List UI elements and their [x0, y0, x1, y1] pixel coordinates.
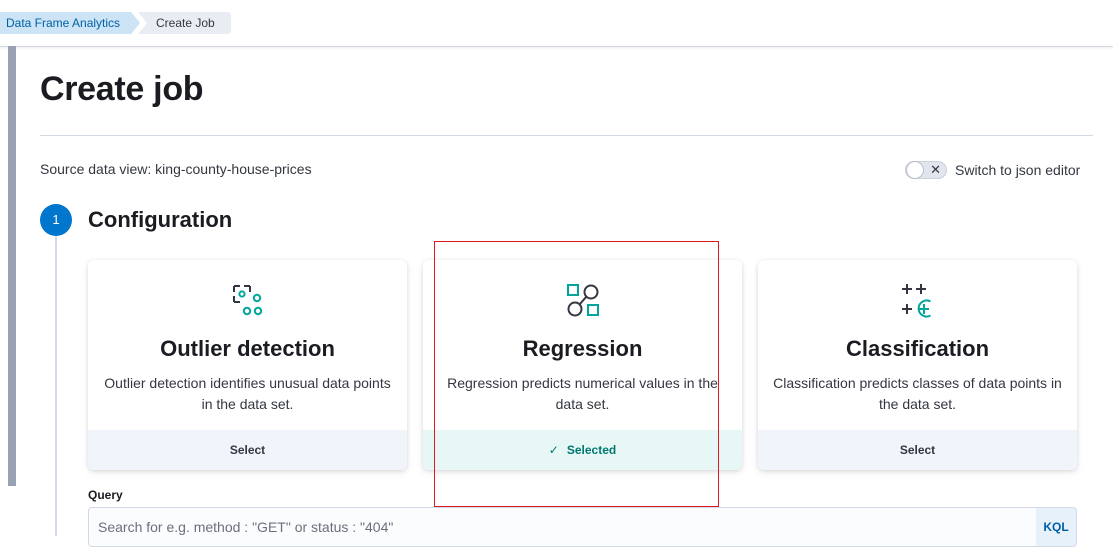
breadcrumb-data-frame-analytics[interactable]: Data Frame Analytics — [0, 12, 140, 34]
breadcrumb-create-job: Create Job — [138, 12, 231, 34]
page-scrollbar[interactable] — [8, 46, 16, 486]
json-editor-switch-label[interactable]: Switch to json editor — [955, 162, 1080, 178]
step-title: Configuration — [88, 207, 233, 232]
select-button[interactable]: Select — [88, 430, 407, 470]
check-icon: ✓ — [548, 443, 559, 457]
outlier-detection-icon — [232, 285, 262, 316]
regression-icon — [566, 284, 599, 317]
step-connector-line — [55, 236, 57, 536]
top-bar: Data Frame Analytics Create Job — [0, 0, 1113, 47]
select-button[interactable]: Select — [758, 430, 1077, 470]
title-divider — [40, 135, 1093, 136]
switch-track[interactable]: ✕ — [905, 161, 947, 179]
classification-icon — [901, 284, 931, 318]
job-type-card-outlier-detection[interactable]: Outlier detection Outlier detection iden… — [88, 260, 407, 470]
selected-button[interactable]: ✓ Selected — [423, 430, 742, 470]
source-data-view: Source data view: king-county-house-pric… — [40, 161, 312, 177]
select-button-label: Select — [229, 443, 266, 457]
switch-knob — [906, 161, 924, 179]
job-type-description: Regression predicts numerical values in … — [447, 375, 718, 412]
query-label: Query — [88, 488, 123, 502]
step-number-badge: 1 — [40, 204, 72, 236]
job-type-card-regression[interactable]: Regression Regression predicts numerical… — [423, 260, 742, 470]
json-editor-switch[interactable]: ✕ Switch to json editor — [905, 161, 1080, 179]
job-type-description: Classification predicts classes of data … — [773, 375, 1062, 412]
select-button-label: Select — [899, 443, 936, 457]
job-type-title: Regression — [522, 336, 643, 361]
kql-button[interactable]: KQL — [1036, 507, 1077, 547]
job-type-card-classification[interactable]: Classification Classification predicts c… — [758, 260, 1077, 470]
page-title: Create job — [40, 70, 204, 108]
job-type-description: Outlier detection identifies unusual dat… — [104, 375, 391, 412]
job-type-title: Classification — [845, 336, 990, 361]
query-search-input[interactable] — [88, 507, 1036, 547]
job-type-title: Outlier detection — [160, 336, 335, 361]
close-icon: ✕ — [930, 162, 941, 177]
selected-button-label: Selected — [566, 443, 617, 457]
